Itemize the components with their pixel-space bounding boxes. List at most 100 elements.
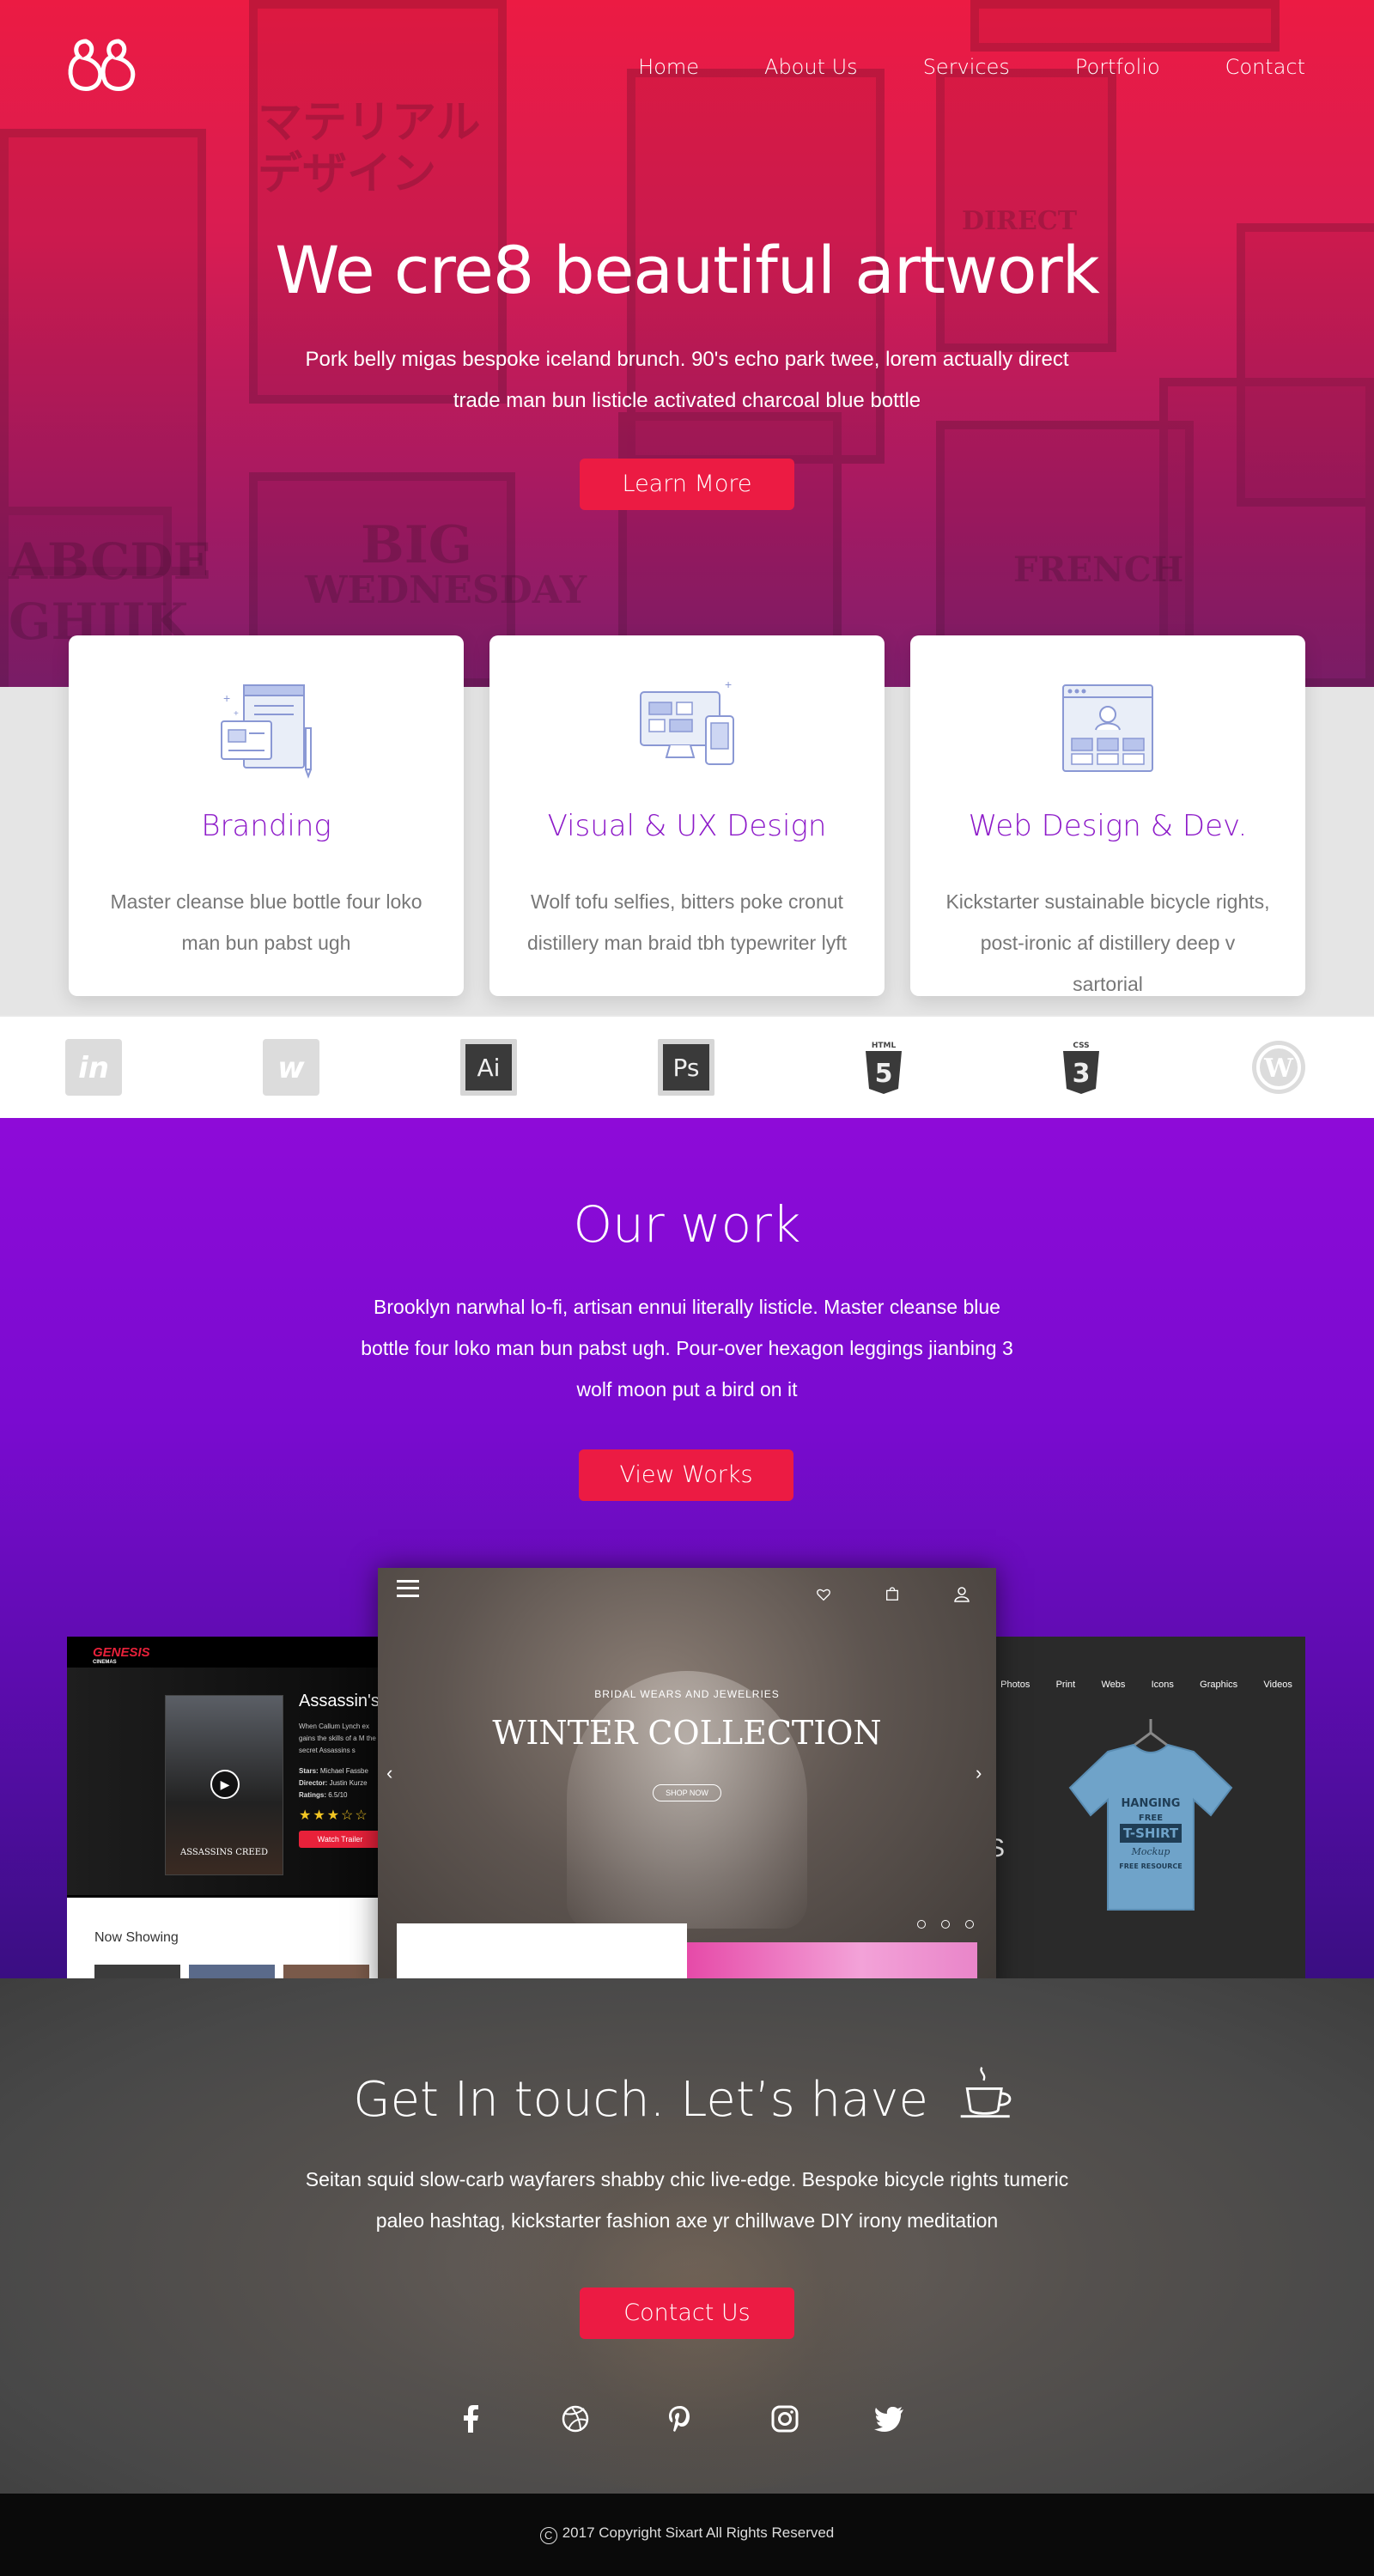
svg-text:Ps: Ps — [673, 1054, 700, 1082]
copyright-text: 2017 Copyright Sixart All Rights Reserve… — [562, 2524, 835, 2541]
tshirt-mockup: HANGING FREE T-SHIRT Mockup FREE RESOURC… — [1068, 1719, 1233, 1911]
service-description: Master cleanse blue bottle four loko man… — [110, 890, 423, 954]
service-description: Kickstarter sustainable bicycle rights, … — [945, 890, 1270, 995]
mockup-menu-item[interactable]: Icons — [1152, 1680, 1174, 1690]
view-works-button[interactable]: View Works — [579, 1449, 793, 1501]
hero-bg-text: BIG — [361, 515, 473, 575]
mockup-menu-item[interactable]: Webs — [1101, 1680, 1125, 1690]
hero-section: マテリアル デザイン ABCDE GHIJK BIG WEDNESDAY FRE… — [0, 0, 1374, 687]
nav-home[interactable]: Home — [638, 55, 699, 79]
user-icon[interactable] — [953, 1585, 970, 1602]
nav-contact[interactable]: Contact — [1225, 55, 1305, 79]
hero-subtitle: Pork belly migas bespoke iceland brunch.… — [305, 348, 1069, 412]
main-nav: Home About Us Services Portfolio Contact — [638, 55, 1305, 79]
contact-title-text: Get In touch. Let’s have — [353, 2072, 928, 2128]
mockup-menu-item[interactable]: Photos — [1000, 1680, 1030, 1690]
facebook-icon[interactable] — [453, 2402, 488, 2436]
rating-stars: ★★★☆☆ — [299, 1808, 369, 1823]
nav-portfolio[interactable]: Portfolio — [1075, 55, 1160, 79]
svg-text:in: in — [78, 1051, 109, 1085]
watch-trailer-button[interactable]: Watch Trailer — [299, 1831, 381, 1848]
shop-now-button[interactable]: SHOP NOW — [653, 1784, 721, 1801]
bridal-kicker: BRIDAL WEARS AND JEWELRIES — [594, 1688, 780, 1700]
service-title: Visual & UX Design — [547, 809, 827, 843]
now-showing-label: Now Showing — [94, 1930, 179, 1945]
svg-text:3: 3 — [1073, 1059, 1091, 1089]
svg-text:Ai: Ai — [477, 1054, 501, 1082]
nav-about-us[interactable]: About Us — [764, 55, 858, 79]
carousel-dot[interactable] — [941, 1920, 950, 1929]
carousel-dot[interactable] — [917, 1920, 926, 1929]
chevron-left-icon[interactable]: ‹ — [386, 1762, 392, 1784]
portfolio-shot-bridal[interactable]: BRIDAL WEARS AND JEWELRIES WINTER COLLEC… — [378, 1568, 996, 1978]
tools-strip: in w Ai Ps HTML 5 CSS 3 W — [0, 1015, 1374, 1118]
content-panel-white — [397, 1923, 687, 1978]
service-card-branding[interactable]: + + Branding Master cleanse blue bottle … — [69, 635, 464, 996]
hero-title: We cre8 beautiful artwork — [275, 232, 1100, 308]
twitter-icon[interactable] — [872, 2402, 907, 2436]
svg-text:Mockup: Mockup — [1131, 1846, 1170, 1857]
contact-section: Get In touch. Let’s have Seitan squid sl… — [0, 1978, 1374, 2494]
svg-text:T-SHIRT: T-SHIRT — [1123, 1826, 1179, 1841]
webflow-icon: w — [263, 1039, 319, 1096]
svg-text:CSS: CSS — [1073, 1042, 1089, 1050]
work-title: Our work — [573, 1195, 801, 1254]
portfolio-shot-mockup[interactable]: Photos Print Webs Icons Graphics Videos … — [988, 1637, 1305, 1978]
movie-poster: ▶ ASSASSINS CREED — [165, 1695, 283, 1875]
mockup-menu-item[interactable]: Print — [1056, 1680, 1076, 1690]
html5-icon: HTML 5 — [866, 1042, 902, 1094]
hero-bg-text: デザイン — [258, 148, 437, 200]
mockup-menu-item[interactable]: Videos — [1263, 1680, 1292, 1690]
photoshop-icon: Ps — [658, 1039, 714, 1096]
heart-icon[interactable] — [816, 1587, 831, 1602]
play-icon[interactable]: ▶ — [210, 1770, 240, 1799]
service-card-visual-ux[interactable]: + Visual & UX Design Wolf tofu selfies, … — [489, 635, 885, 996]
svg-text:+: + — [234, 709, 239, 719]
mockup-menu-item[interactable]: Graphics — [1200, 1680, 1237, 1690]
branding-icon: + + — [221, 684, 312, 779]
svg-text:W: W — [1263, 1054, 1294, 1084]
illustrator-icon: Ai — [460, 1039, 517, 1096]
genesis-logo: GENESIS CINEMAS — [93, 1645, 150, 1665]
footer: C 2017 Copyright Sixart All Rights Reserv… — [0, 2494, 1374, 2576]
hero-bg-text: ABCDE — [9, 532, 211, 591]
contact-us-button[interactable]: Contact Us — [580, 2287, 794, 2339]
portfolio-shot-cinema[interactable]: GENESIS CINEMAS ▶ ASSASSINS CREED Assass… — [67, 1637, 385, 1978]
learn-more-button[interactable]: Learn More — [580, 459, 794, 510]
hamburger-icon[interactable] — [397, 1580, 419, 1597]
contact-title: Get In touch. Let’s have — [0, 2063, 1374, 2128]
dribbble-icon[interactable] — [558, 2402, 593, 2436]
service-card-web-design[interactable]: Web Design & Dev. Kickstarter sustainabl… — [910, 635, 1305, 996]
svg-text:HANGING: HANGING — [1122, 1797, 1181, 1810]
bridal-title: WINTER COLLECTION — [492, 1714, 882, 1752]
svg-text:w: w — [277, 1051, 305, 1085]
svg-text:FREE: FREE — [1139, 1814, 1163, 1823]
svg-text:+: + — [223, 691, 230, 705]
carousel-dot[interactable] — [965, 1920, 974, 1929]
copyright: C 2017 Copyright Sixart All Rights Reserv… — [0, 2524, 1374, 2544]
coffee-cup-icon — [960, 2067, 1012, 2118]
work-subtitle: Brooklyn narwhal lo-fi, artisan ennui li… — [361, 1296, 1013, 1400]
service-title: Web Design & Dev. — [968, 809, 1248, 843]
instagram-icon[interactable] — [768, 2402, 802, 2436]
invision-icon: in — [65, 1039, 122, 1096]
devices-icon: + — [640, 677, 734, 765]
wordpress-icon: W — [1252, 1041, 1305, 1094]
svg-text:5: 5 — [875, 1059, 893, 1089]
thumbnail[interactable] — [189, 1965, 275, 1978]
logo[interactable] — [67, 38, 137, 94]
mockup-menu: Photos Print Webs Icons Graphics Videos — [988, 1680, 1305, 1690]
svg-text:+: + — [725, 677, 732, 691]
carousel-dots — [917, 1920, 974, 1929]
hero-bg-text: FRENCH — [1013, 550, 1184, 590]
chevron-right-icon[interactable]: › — [976, 1762, 982, 1784]
service-description: Wolf tofu selfies, bitters poke cronut d… — [527, 890, 847, 954]
thumbnail[interactable] — [283, 1965, 369, 1978]
pinterest-icon[interactable] — [663, 2402, 697, 2436]
movie-blurb: When Callum Lynch ex gains the skills of… — [299, 1722, 376, 1754]
svg-text:HTML: HTML — [872, 1042, 897, 1050]
shopping-bag-icon[interactable] — [885, 1585, 900, 1602]
thumbnail[interactable] — [94, 1965, 180, 1978]
copyright-icon: C — [539, 2527, 557, 2544]
nav-services[interactable]: Services — [923, 55, 1010, 79]
